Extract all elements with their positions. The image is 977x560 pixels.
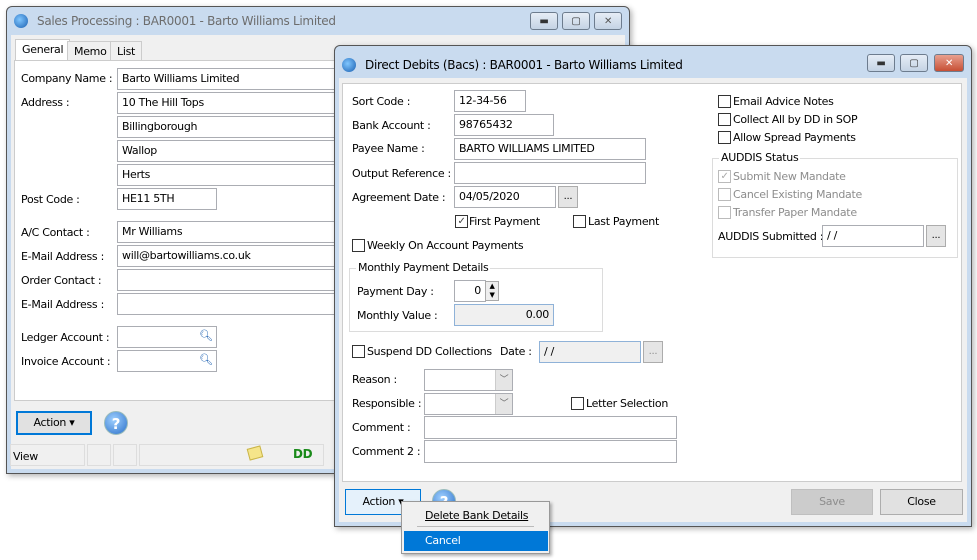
address-label: Address : <box>21 96 70 109</box>
output-reference-label: Output Reference : <box>352 167 451 180</box>
company-name-label: Company Name : <box>21 72 113 85</box>
suspend-date-input[interactable]: / / <box>539 341 641 363</box>
payment-day-input[interactable]: 0 <box>454 280 486 302</box>
comment-label: Comment : <box>352 421 411 434</box>
direct-debit-icon: DD <box>293 447 313 461</box>
responsible-select[interactable]: ﹀ <box>424 393 513 415</box>
monthly-value-input[interactable]: 0.00 <box>454 304 554 326</box>
payee-name-label: Payee Name : <box>352 142 425 155</box>
ledger-account-label: Ledger Account : <box>21 331 110 344</box>
chevron-down-icon[interactable]: ﹀ <box>495 394 512 414</box>
agreement-date-label: Agreement Date : <box>352 191 446 204</box>
close-window-button[interactable]: Close <box>880 489 963 515</box>
letter-selection-label: Letter Selection <box>586 397 669 410</box>
action-button[interactable]: Action ▾ <box>16 411 92 435</box>
bank-account-label: Bank Account : <box>352 119 431 132</box>
transfer-paper-mandate-checkbox[interactable] <box>718 206 731 219</box>
letter-selection-checkbox[interactable] <box>571 397 584 410</box>
suspend-date-picker-button[interactable]: ... <box>643 341 663 363</box>
cancel-existing-mandate-checkbox[interactable] <box>718 188 731 201</box>
sort-code-input[interactable]: 12-34-56 <box>454 90 526 112</box>
weekly-payments-checkbox[interactable] <box>352 239 365 252</box>
payee-name-input[interactable]: BARTO WILLIAMS LIMITED <box>454 138 646 160</box>
email2-label: E-Mail Address : <box>21 298 104 311</box>
close-button[interactable]: ✕ <box>594 12 622 30</box>
agreement-date-input[interactable]: 04/05/2020 <box>454 186 556 208</box>
transfer-paper-mandate-label: Transfer Paper Mandate <box>733 206 857 219</box>
email-input[interactable]: will@bartowilliams.co.uk <box>117 245 347 267</box>
save-button[interactable]: Save <box>791 489 873 515</box>
action-menu: Delete Bank Details Cancel <box>401 501 550 554</box>
order-contact-input[interactable] <box>117 269 347 291</box>
maximize-button[interactable]: ▢ <box>900 54 928 72</box>
comment2-input[interactable] <box>424 440 677 463</box>
first-payment-checkbox[interactable]: ✓ <box>455 215 468 228</box>
status-mode: View <box>13 450 38 463</box>
minimize-button[interactable]: ▬ <box>867 54 895 72</box>
last-payment-checkbox[interactable] <box>573 215 586 228</box>
post-code-label: Post Code : <box>21 193 80 206</box>
suspend-date-label: Date : <box>500 345 532 358</box>
minimize-button[interactable]: ▬ <box>530 12 558 30</box>
address-line-2[interactable]: Billingborough <box>117 116 347 138</box>
company-name-input[interactable]: Barto Williams Limited <box>117 68 347 90</box>
search-icon[interactable]: 🔍︎ <box>199 329 213 342</box>
maximize-button[interactable]: ▢ <box>562 12 590 30</box>
last-payment-label: Last Payment <box>588 215 659 228</box>
address-line-4[interactable]: Herts <box>117 164 347 186</box>
submit-new-mandate-label: Submit New Mandate <box>733 170 846 183</box>
address-line-3[interactable]: Wallop <box>117 140 347 162</box>
address-line-1[interactable]: 10 The Hill Tops <box>117 92 347 114</box>
comment-input[interactable] <box>424 416 677 439</box>
window-title: Direct Debits (Bacs) : BAR0001 - Barto W… <box>365 58 683 72</box>
status-bar: View DD <box>10 444 340 466</box>
first-payment-label: First Payment <box>469 215 540 228</box>
reason-select[interactable]: ﹀ <box>424 369 513 391</box>
email-advice-checkbox[interactable] <box>718 95 731 108</box>
reason-label: Reason : <box>352 373 397 386</box>
submit-new-mandate-checkbox[interactable]: ✓ <box>718 170 731 183</box>
app-icon <box>342 58 356 72</box>
chevron-down-icon[interactable]: ﹀ <box>495 370 512 390</box>
app-icon <box>14 14 28 28</box>
tab-general[interactable]: General <box>15 39 71 61</box>
email-label: E-Mail Address : <box>21 250 104 263</box>
invoice-account-label: Invoice Account : <box>21 355 111 368</box>
auddis-submitted-input[interactable]: / / <box>822 225 924 247</box>
suspend-dd-label: Suspend DD Collections <box>367 345 492 358</box>
payment-day-label: Payment Day : <box>357 285 434 298</box>
payment-day-spinner[interactable]: ▲ ▼ <box>485 281 499 301</box>
ac-contact-label: A/C Contact : <box>21 226 90 239</box>
allow-spread-checkbox[interactable] <box>718 131 731 144</box>
search-icon[interactable]: 🔍︎ <box>199 353 213 366</box>
menu-item-cancel[interactable]: Cancel <box>404 531 548 551</box>
menu-item-delete-bank-details[interactable]: Delete Bank Details <box>425 509 529 522</box>
collect-all-label: Collect All by DD in SOP <box>733 113 858 126</box>
email2-input[interactable] <box>117 293 347 315</box>
close-button[interactable]: ✕ <box>934 54 964 72</box>
weekly-payments-label: Weekly On Account Payments <box>367 239 524 252</box>
collect-all-checkbox[interactable] <box>718 113 731 126</box>
help-icon[interactable]: ? <box>104 411 128 435</box>
auddis-date-picker-button[interactable]: ... <box>926 225 946 247</box>
bank-account-input[interactable]: 98765432 <box>454 114 554 136</box>
sort-code-label: Sort Code : <box>352 95 411 108</box>
cancel-existing-mandate-label: Cancel Existing Mandate <box>733 188 862 201</box>
allow-spread-label: Allow Spread Payments <box>733 131 856 144</box>
auddis-submitted-label: AUDDIS Submitted : <box>718 230 824 243</box>
post-code-input[interactable]: HE11 5TH <box>117 188 217 210</box>
email-advice-label: Email Advice Notes <box>733 95 834 108</box>
monthly-value-label: Monthly Value : <box>357 309 438 322</box>
ac-contact-input[interactable]: Mr Williams <box>117 221 347 243</box>
agreement-date-picker-button[interactable]: ... <box>558 186 578 208</box>
window-title: Sales Processing : BAR0001 - Barto Willi… <box>37 14 336 28</box>
comment2-label: Comment 2 : <box>352 445 421 458</box>
tab-memo[interactable]: Memo <box>67 41 114 61</box>
tab-list[interactable]: List <box>110 41 143 61</box>
suspend-dd-checkbox[interactable] <box>352 345 365 358</box>
responsible-label: Responsible : <box>352 397 422 410</box>
output-reference-input[interactable] <box>454 162 646 184</box>
menu-separator <box>417 526 534 527</box>
order-contact-label: Order Contact : <box>21 274 102 287</box>
